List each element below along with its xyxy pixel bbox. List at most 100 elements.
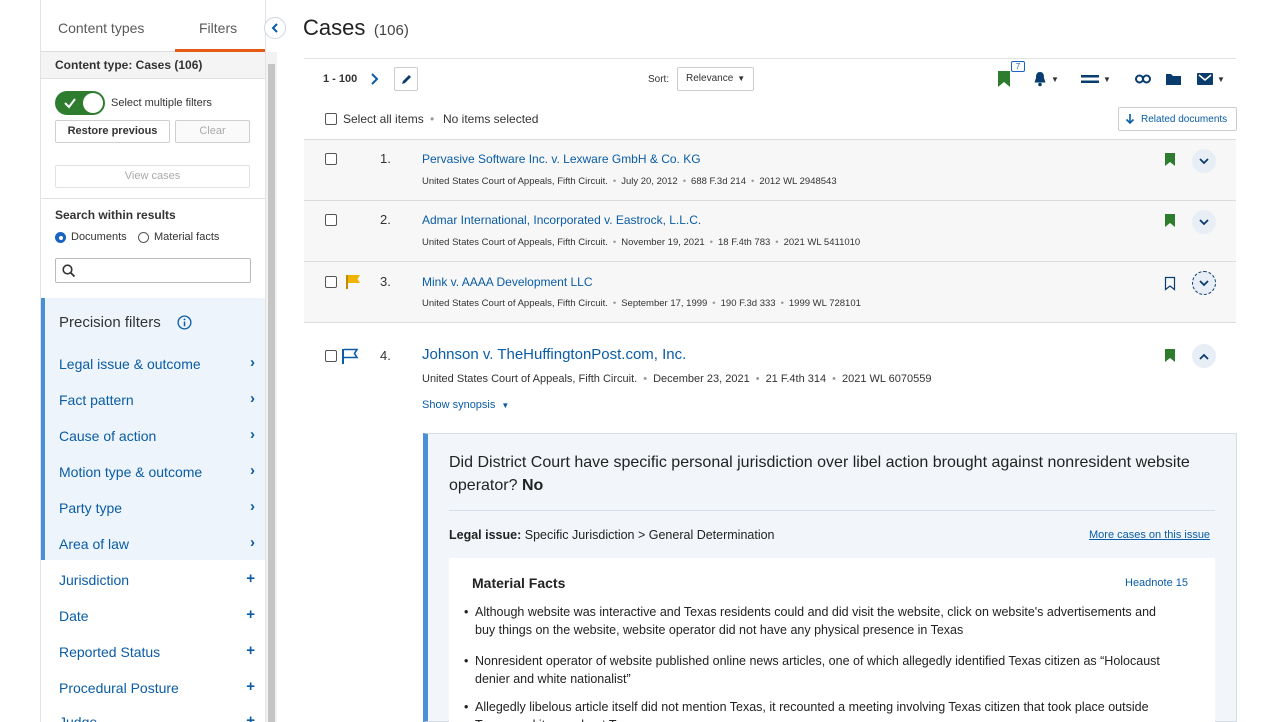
filter-label: Party type <box>59 500 123 516</box>
filter-label: Cause of action <box>59 428 157 444</box>
headnote-link[interactable]: Headnote 15 <box>1125 577 1188 589</box>
alert-button[interactable]: ▼ <box>1033 68 1059 90</box>
pencil-icon <box>401 74 411 84</box>
chevron-left-icon <box>271 23 278 33</box>
collapse-button[interactable] <box>1192 344 1216 368</box>
radio-material-facts[interactable] <box>138 232 149 243</box>
sort-select[interactable]: Relevance ▼ <box>677 67 754 91</box>
filter-procedural-posture[interactable]: Procedural Posture + <box>59 678 255 696</box>
result-checkbox[interactable] <box>325 153 337 165</box>
radio-documents[interactable] <box>55 232 66 243</box>
expand-button[interactable] <box>1192 149 1216 173</box>
show-synopsis-label: Show synopsis <box>422 399 496 411</box>
copy-link-button[interactable] <box>1135 68 1151 90</box>
toggle-knob <box>83 93 103 113</box>
bookmark-folder-button[interactable] <box>997 68 1011 90</box>
table-row <box>304 261 1236 322</box>
related-documents-button[interactable]: Related documents <box>1118 107 1237 131</box>
caret-down-icon: ▼ <box>1217 74 1225 84</box>
material-facts-title: Material Facts <box>472 575 566 591</box>
related-documents-label: Related documents <box>1141 113 1228 125</box>
bookmark-icon[interactable] <box>1164 213 1176 228</box>
row-divider <box>304 139 1236 140</box>
filter-label: Procedural Posture <box>59 680 179 696</box>
search-within-input[interactable] <box>55 258 251 283</box>
caret-down-icon: ▼ <box>1051 74 1059 84</box>
table-row <box>304 200 1236 261</box>
range-label: 1 - 100 <box>323 73 358 85</box>
show-synopsis-toggle[interactable]: Show synopsis ▼ <box>422 399 509 411</box>
filter-label: Fact pattern <box>59 392 134 408</box>
filter-jurisdiction[interactable]: Jurisdiction + <box>59 570 255 588</box>
bell-icon <box>1034 72 1046 87</box>
select-all-checkbox[interactable] <box>325 113 337 125</box>
search-within-label: Search within results <box>55 208 176 222</box>
expand-button[interactable] <box>1192 210 1216 234</box>
chevron-down-icon <box>1199 279 1209 286</box>
filter-reported-status[interactable]: Reported Status + <box>59 642 255 660</box>
email-button[interactable]: ▼ <box>1197 68 1225 90</box>
filter-date[interactable]: Date + <box>59 606 255 624</box>
filter-label: Legal issue & outcome <box>59 356 201 372</box>
filter-area-of-law[interactable]: Area of law › <box>59 534 255 552</box>
bookmark-icon[interactable] <box>1164 152 1176 167</box>
filter-motion-type[interactable]: Motion type & outcome › <box>59 462 255 480</box>
collapse-sidebar-button[interactable] <box>264 17 286 39</box>
chevron-right-icon: › <box>250 426 255 443</box>
select-multiple-toggle[interactable] <box>55 91 105 115</box>
next-page-icon[interactable] <box>370 73 380 85</box>
clear-button[interactable]: Clear <box>175 120 250 143</box>
case-title-link[interactable]: Admar International, Incorporated v. Eas… <box>422 213 701 227</box>
more-cases-link[interactable]: More cases on this issue <box>1089 529 1210 541</box>
filter-party-type[interactable]: Party type › <box>59 498 255 516</box>
save-to-folder-button[interactable] <box>1165 68 1182 90</box>
chevron-up-icon <box>1199 353 1209 360</box>
table-row <box>304 139 1236 200</box>
filter-legal-issue[interactable]: Legal issue & outcome › <box>59 354 255 372</box>
tab-content-types[interactable]: Content types <box>58 20 144 36</box>
case-title-link[interactable]: Pervasive Software Inc. v. Lexware GmbH … <box>422 152 701 166</box>
result-number: 1. <box>380 151 391 166</box>
result-checkbox[interactable] <box>325 214 337 226</box>
plus-icon: + <box>246 678 255 695</box>
expand-button[interactable] <box>1192 271 1216 295</box>
filter-label: Date <box>59 608 89 624</box>
filter-cause-of-action[interactable]: Cause of action › <box>59 426 255 444</box>
result-number: 3. <box>380 274 391 289</box>
info-icon[interactable] <box>177 315 192 330</box>
case-title-link[interactable]: Johnson v. TheHuffingtonPost.com, Inc. <box>422 346 686 363</box>
case-title-link[interactable]: Mink v. AAAA Development LLC <box>422 275 593 289</box>
restore-previous-button[interactable]: Restore previous <box>55 120 170 143</box>
blue-flag-icon[interactable] <box>341 348 359 364</box>
bookmark-icon[interactable] <box>1164 348 1176 363</box>
filter-label: Jurisdiction <box>59 572 130 588</box>
result-checkbox[interactable] <box>325 276 337 288</box>
result-number: 4. <box>380 348 391 363</box>
case-court: United States Court of Appeals, Fifth Ci… <box>422 298 608 309</box>
case-date: July 20, 2012 <box>621 176 678 187</box>
plus-icon: + <box>246 570 255 587</box>
select-all-label: Select all items <box>343 112 424 126</box>
result-count: (106) <box>373 22 409 39</box>
annotate-button[interactable] <box>394 67 418 91</box>
tab-filters[interactable]: Filters <box>199 20 237 36</box>
radio-documents-label: Documents <box>71 231 127 243</box>
scrollbar-thumb[interactable] <box>268 64 275 722</box>
view-cases-button[interactable]: View cases <box>55 165 250 188</box>
case-meta: United States Court of Appeals, Fifth Ci… <box>422 176 837 187</box>
legal-question: Did District Court have specific persona… <box>449 451 1194 497</box>
result-checkbox[interactable] <box>325 350 337 362</box>
sidebar-scrollbar[interactable] <box>266 52 277 722</box>
filter-judge[interactable]: Judge + <box>59 712 255 722</box>
legal-issue-value: Specific Jurisdiction > General Determin… <box>524 528 775 542</box>
bookmark-outline-icon[interactable] <box>1164 276 1176 291</box>
case-wl: 2021 WL 6070559 <box>841 373 932 385</box>
case-meta: United States Court of Appeals, Fifth Ci… <box>422 373 932 385</box>
chevron-right-icon: › <box>250 390 255 407</box>
case-date: November 19, 2021 <box>621 237 705 248</box>
display-options-button[interactable]: ▼ <box>1081 68 1111 90</box>
select-multiple-label: Select multiple filters <box>111 97 212 109</box>
filter-fact-pattern[interactable]: Fact pattern › <box>59 390 255 408</box>
yellow-flag-icon[interactable] <box>345 274 361 289</box>
separator-dot: • <box>430 112 435 126</box>
